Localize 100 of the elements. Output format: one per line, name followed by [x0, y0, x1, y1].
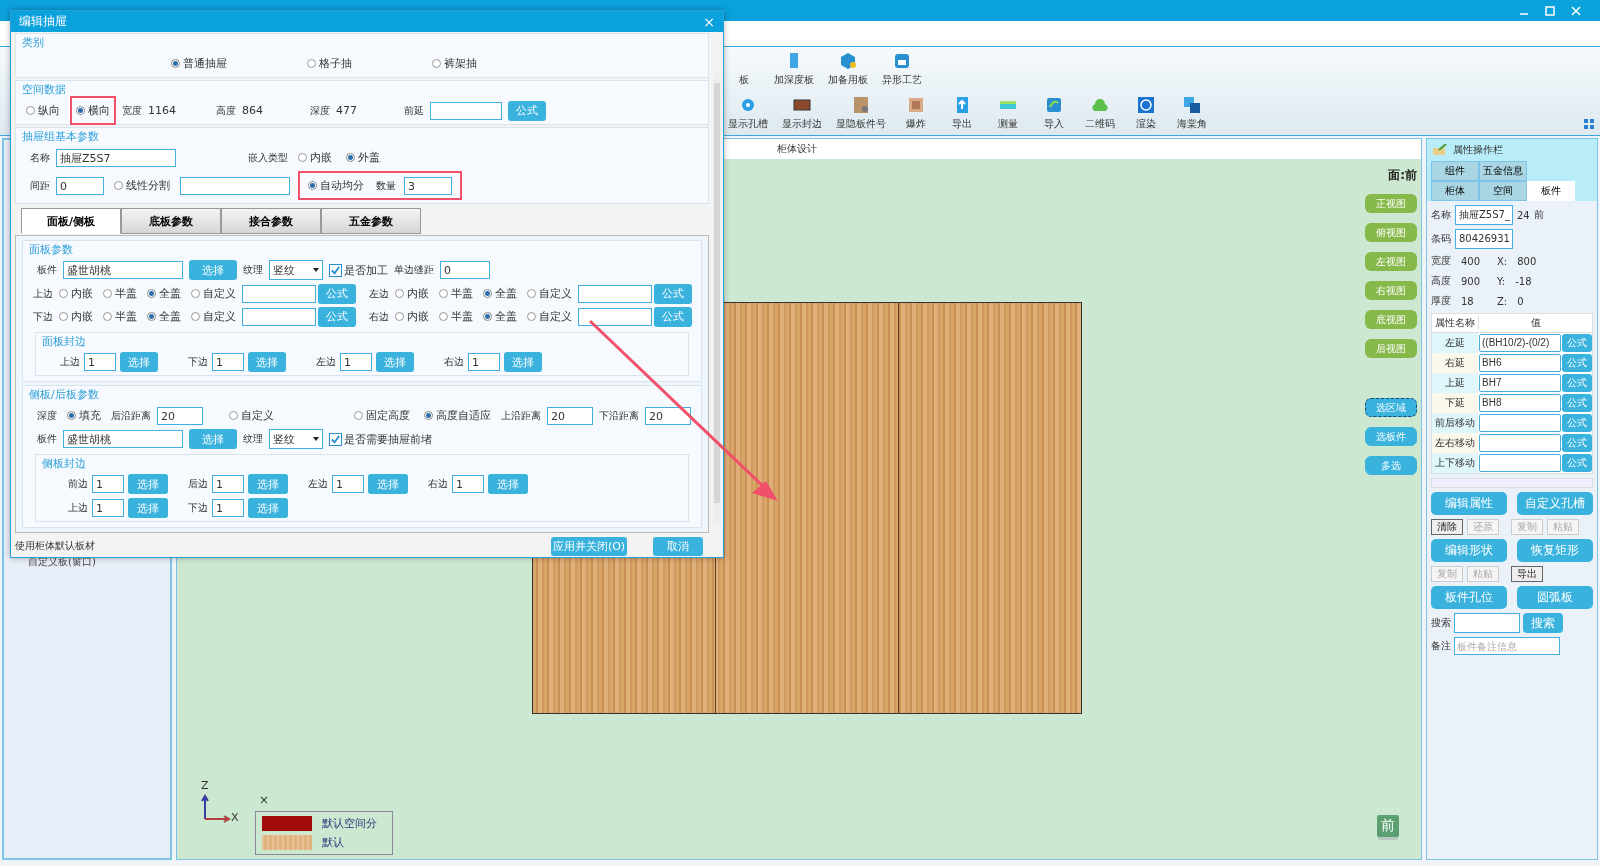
text-field[interactable]: 1	[212, 475, 244, 493]
text-field[interactable]: 0	[56, 176, 104, 195]
tab[interactable]: 面板/侧板	[21, 208, 121, 234]
design-tab[interactable]: 柜体设计	[777, 142, 817, 156]
note-field[interactable]: 板件备注信息	[1454, 637, 1560, 655]
tab[interactable]: 五金信息	[1479, 161, 1527, 181]
tab[interactable]: 五金参数	[321, 208, 421, 234]
radio-option[interactable]: 固定高度	[350, 405, 414, 426]
radio-option[interactable]: 内嵌	[55, 283, 97, 304]
field-label: 左边	[369, 286, 389, 301]
radio-option[interactable]: 纵向	[22, 100, 64, 121]
field-label: 高度	[216, 103, 236, 118]
field-label: 后沿距离	[111, 408, 151, 423]
face-label: 面:前	[1388, 167, 1417, 184]
text-field[interactable]: 1	[468, 353, 500, 371]
text-field[interactable]: 抽屉Z5S7_	[1455, 205, 1513, 225]
radio-option[interactable]: 线性分割	[110, 175, 174, 196]
field-label: 数量	[376, 178, 396, 193]
text-field[interactable]: 1	[92, 475, 124, 493]
text-field[interactable]: 20	[645, 406, 691, 425]
text-field[interactable]: 1	[92, 499, 124, 517]
text-field[interactable]: BH8	[1479, 394, 1561, 412]
tab[interactable]: 接合参数	[221, 208, 321, 234]
value-text: 1164	[148, 104, 177, 117]
radio-option[interactable]: 全盖	[479, 283, 521, 304]
radio-option[interactable]: 自动均分	[304, 175, 368, 196]
toolbar-button[interactable]: 加备用板	[828, 51, 868, 87]
radio-option[interactable]: 自定义	[187, 306, 240, 327]
radio-option[interactable]: 半盖	[435, 283, 477, 304]
text-field[interactable]: 20	[157, 406, 203, 425]
small-button[interactable]: 清除	[1431, 519, 1463, 535]
tab[interactable]: 柜体	[1431, 181, 1479, 201]
dropdown[interactable]: 竖纹	[269, 260, 323, 280]
text-field[interactable]: 1	[212, 353, 244, 371]
toolbar-button[interactable]: 海棠角	[1176, 95, 1208, 131]
toolbar-button[interactable]: 加深度板	[774, 51, 814, 87]
tab[interactable]: 组件	[1431, 161, 1479, 181]
radio-option[interactable]: 裤架抽	[428, 53, 481, 74]
toolbar-button[interactable]: 测量	[992, 95, 1024, 131]
radio-option[interactable]: 填充	[63, 405, 105, 426]
radio-option[interactable]: 半盖	[99, 283, 141, 304]
text-field[interactable]: 盛世胡桃	[63, 261, 183, 279]
text-field[interactable]: 抽屉Z5S7	[56, 148, 176, 167]
radio-option[interactable]: 全盖	[143, 283, 185, 304]
text-field[interactable]: 3	[404, 176, 452, 195]
small-button[interactable]: 导出	[1511, 566, 1543, 582]
text-field[interactable]: 80426931	[1455, 229, 1513, 249]
toolbar-button[interactable]: 爆炸	[900, 95, 932, 131]
radio-option[interactable]: 自定义	[523, 306, 576, 327]
radio-option[interactable]: 半盖	[99, 306, 141, 327]
text-field[interactable]: 1	[84, 353, 116, 371]
tab[interactable]: 空间	[1479, 181, 1527, 201]
radio-option[interactable]: 外盖	[342, 147, 384, 168]
dropdown[interactable]: 竖纹	[269, 429, 323, 449]
toolbar-button[interactable]: 导入	[1038, 95, 1070, 131]
radio-option[interactable]: 普通抽屉	[167, 53, 231, 74]
tab[interactable]: 板件	[1527, 181, 1575, 201]
radio-option[interactable]: 内嵌	[55, 306, 97, 327]
radio-option[interactable]: 格子抽	[303, 53, 356, 74]
toolbar-button[interactable]: 板	[728, 51, 760, 87]
panel-title: 属性操作栏	[1453, 143, 1503, 157]
radio-option[interactable]: 自定义	[187, 283, 240, 304]
close-icon[interactable]: ×	[259, 793, 270, 807]
radio-option[interactable]: 高度自适应	[420, 405, 495, 426]
field-label: 宽度	[1431, 254, 1451, 268]
footer-note: 使用柜体默认板材	[15, 539, 95, 553]
text-field[interactable]: 1	[212, 499, 244, 517]
text-field[interactable]: BH6	[1479, 354, 1561, 372]
text-field[interactable]: 20	[547, 406, 593, 425]
toolbar-button[interactable]: 二维码	[1084, 95, 1116, 131]
text-field[interactable]: BH7	[1479, 374, 1561, 392]
toolbar-button[interactable]: 渲染	[1130, 95, 1162, 131]
text-field[interactable]: 盛世胡桃	[63, 430, 183, 448]
field-label: 搜索	[1431, 616, 1451, 630]
text-field[interactable]: 0	[440, 261, 490, 279]
text-field[interactable]: 1	[452, 475, 484, 493]
field-label: 名称	[30, 150, 50, 165]
toolbar-button[interactable]: 显示孔槽	[728, 95, 768, 131]
toolbar-button[interactable]: 导出	[946, 95, 978, 131]
toolbar-button[interactable]: 显隐板件号	[836, 95, 886, 131]
toolbar-button[interactable]: 异形工艺	[882, 51, 922, 87]
radio-option[interactable]: 内嵌	[294, 147, 336, 168]
radio-option[interactable]: 半盖	[435, 306, 477, 327]
radio-option[interactable]: 全盖	[479, 306, 521, 327]
checkbox-option[interactable]: 是否需要抽屉前堵	[329, 431, 432, 447]
text-field[interactable]: 1	[332, 475, 364, 493]
field-label: 上沿距离	[501, 408, 541, 423]
radio-option[interactable]: 内嵌	[391, 306, 433, 327]
radio-option[interactable]: 内嵌	[391, 283, 433, 304]
value-text: 400	[1461, 255, 1482, 267]
toolbar-button[interactable]: 显示封边	[782, 95, 822, 131]
checkbox-option[interactable]: 是否加工	[329, 262, 388, 278]
radio-option[interactable]: 自定义	[523, 283, 576, 304]
text-field[interactable]: ((BH10/2)-(0/2)	[1479, 334, 1561, 352]
radio-option[interactable]: 自定义	[225, 405, 278, 426]
radio-option[interactable]: 横向	[70, 96, 116, 125]
tab[interactable]: 底板参数	[121, 208, 221, 234]
field-label: 宽度	[122, 103, 142, 118]
text-field[interactable]: 1	[340, 353, 372, 371]
radio-option[interactable]: 全盖	[143, 306, 185, 327]
